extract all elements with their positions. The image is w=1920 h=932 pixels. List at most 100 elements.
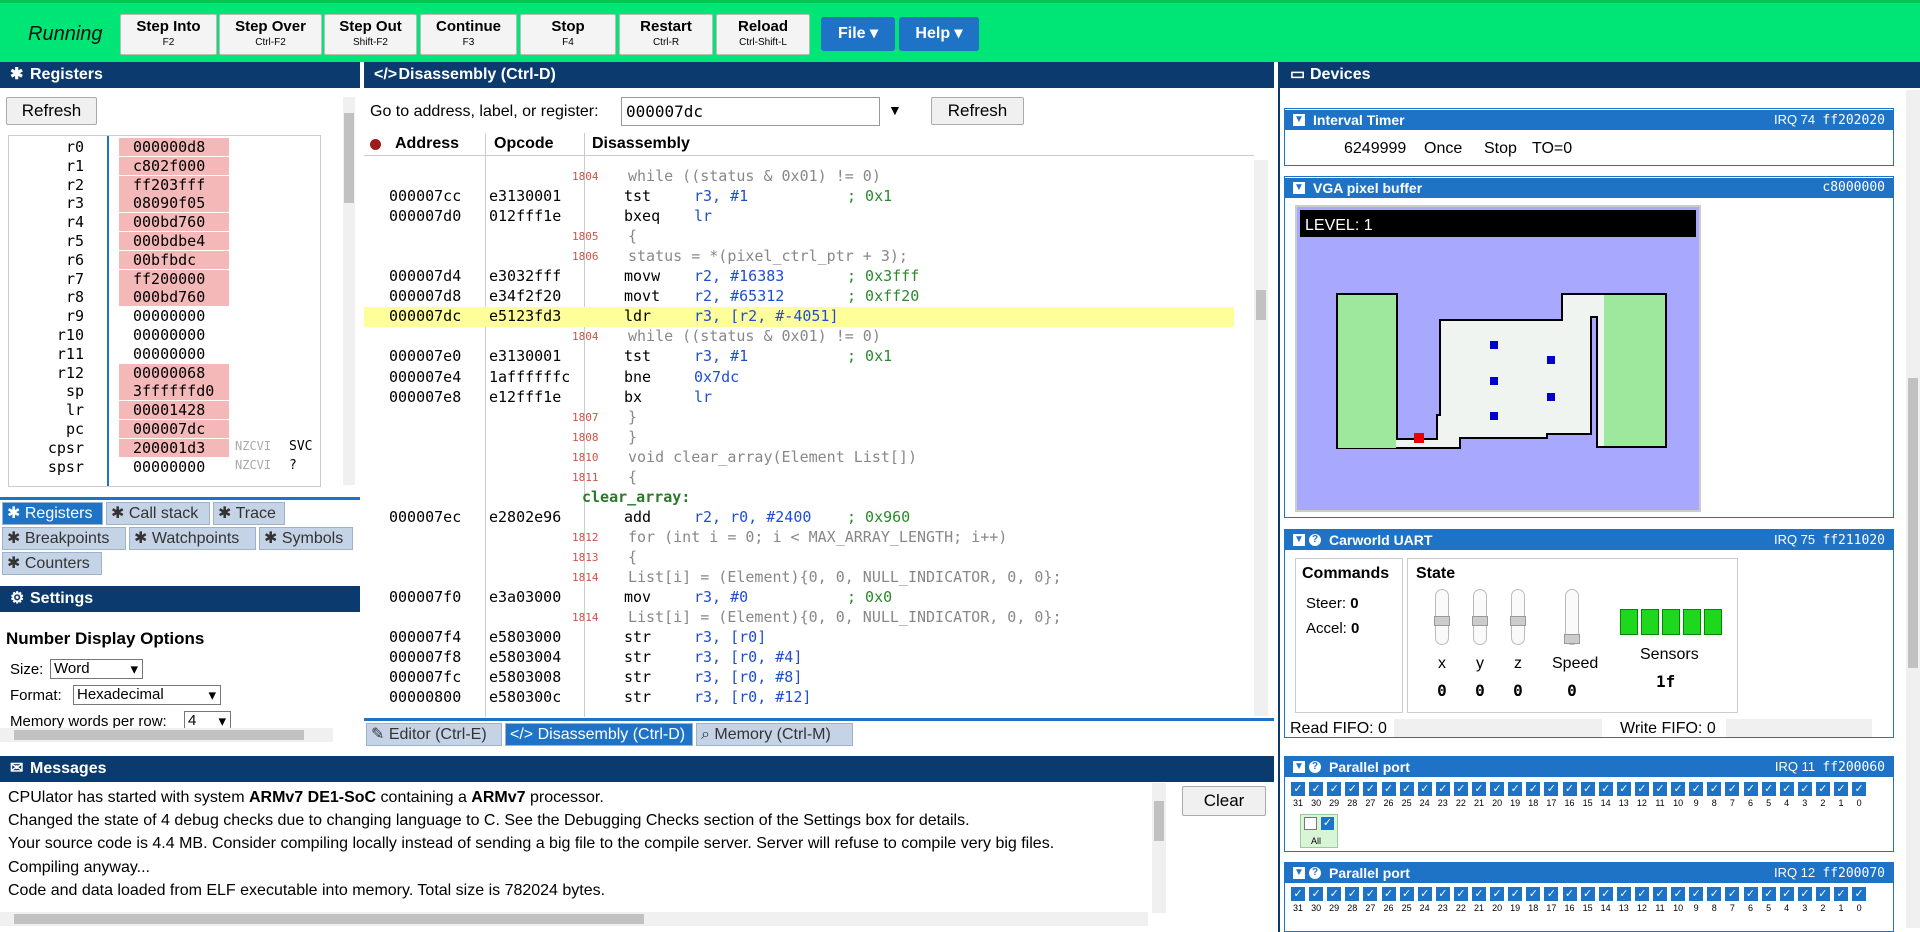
bit-checkbox[interactable]: ✓ 22 <box>1453 782 1468 808</box>
bit-checkbox[interactable]: ✓ 8 <box>1707 782 1722 808</box>
bit-checkbox[interactable]: ✓ 19 <box>1508 887 1523 913</box>
settings-hscrollbar[interactable] <box>0 728 333 742</box>
check-icon[interactable]: ✓ <box>1472 782 1486 796</box>
check-icon[interactable]: ✓ <box>1707 887 1722 901</box>
instr-address[interactable]: 000007d8 <box>389 287 461 305</box>
check-icon[interactable]: ✓ <box>1797 887 1812 901</box>
bit-checkbox[interactable]: ✓ 26 <box>1381 782 1396 808</box>
bit-checkbox[interactable]: ✓ 19 <box>1508 782 1523 808</box>
bit-checkbox[interactable]: ✓ 30 <box>1309 782 1324 808</box>
check-icon[interactable]: ✓ <box>1761 782 1776 796</box>
check-icon[interactable]: ✓ <box>1508 782 1523 796</box>
uart-header[interactable]: ▼? Carworld UART IRQ 75 ff211020 <box>1285 530 1893 550</box>
bit-checkbox[interactable]: ✓ 20 <box>1490 782 1505 808</box>
all-clear-checkbox[interactable] <box>1304 817 1317 830</box>
check-icon[interactable]: ✓ <box>1743 782 1758 796</box>
check-icon[interactable]: ✓ <box>1453 782 1468 796</box>
bit-checkbox[interactable]: ✓ 10 <box>1671 887 1686 913</box>
check-icon[interactable]: ✓ <box>1309 887 1324 901</box>
bit-checkbox[interactable]: ✓ 17 <box>1544 782 1559 808</box>
instr-address[interactable]: 000007f0 <box>389 588 461 606</box>
tab-memory[interactable]: ⌕ Memory (Ctrl-M) <box>696 723 853 746</box>
bit-checkbox[interactable]: ✓ 10 <box>1671 782 1686 808</box>
check-icon[interactable]: ✓ <box>1327 887 1342 901</box>
state-slider[interactable] <box>1564 589 1580 645</box>
tab-watchpoints[interactable]: ✱ Watchpoints <box>129 527 256 550</box>
bit-checkbox[interactable]: ✓ 0 <box>1852 782 1867 808</box>
check-icon[interactable]: ✓ <box>1779 782 1794 796</box>
check-icon[interactable]: ✓ <box>1634 887 1649 901</box>
bit-checkbox[interactable]: ✓ 21 <box>1472 782 1486 808</box>
bit-checkbox[interactable]: ✓ 14 <box>1598 782 1613 808</box>
bit-checkbox[interactable]: ✓ 23 <box>1435 782 1450 808</box>
state-slider[interactable] <box>1434 589 1450 645</box>
check-icon[interactable]: ✓ <box>1616 782 1631 796</box>
continue-button[interactable]: Continue F3 <box>420 14 517 55</box>
bit-checkbox[interactable]: ✓ 8 <box>1707 887 1722 913</box>
check-icon[interactable]: ✓ <box>1508 887 1523 901</box>
instr-address[interactable]: 000007f8 <box>389 648 461 666</box>
bit-checkbox[interactable]: ✓ 25 <box>1399 782 1414 808</box>
bit-checkbox[interactable]: ✓ 29 <box>1327 887 1342 913</box>
register-value[interactable]: ff203fff <box>119 175 229 194</box>
tab-symbols[interactable]: ✱ Symbols <box>259 527 353 550</box>
check-icon[interactable]: ✓ <box>1291 887 1305 901</box>
register-value[interactable]: 000000d8 <box>119 138 229 156</box>
check-icon[interactable]: ✓ <box>1381 887 1396 901</box>
bit-checkbox[interactable]: ✓ 6 <box>1743 782 1758 808</box>
bit-checkbox[interactable]: ✓ 28 <box>1345 782 1360 808</box>
check-icon[interactable]: ✓ <box>1435 782 1450 796</box>
help-icon[interactable]: ? <box>1309 867 1321 879</box>
register-value[interactable]: 200001d3 <box>119 439 229 457</box>
register-value[interactable]: 3ffffffd0 <box>119 382 229 401</box>
register-value[interactable]: 000007dc <box>119 420 229 438</box>
interval-timer-header[interactable]: ▼ Interval Timer IRQ 74 ff202020 <box>1285 110 1893 130</box>
register-value[interactable]: 000bd760 <box>119 213 229 232</box>
slider-knob[interactable] <box>1434 616 1450 626</box>
tab-call-stack[interactable]: ✱ Call stack <box>106 502 210 525</box>
bit-checkbox[interactable]: ✓ 30 <box>1309 887 1324 913</box>
check-icon[interactable]: ✓ <box>1399 782 1414 796</box>
registers-scrollbar[interactable] <box>343 97 355 485</box>
register-value[interactable]: 00000000 <box>119 326 229 344</box>
register-value[interactable]: 00000000 <box>119 345 229 363</box>
step-out-button[interactable]: Step Out Shift-F2 <box>324 14 417 55</box>
bit-checkbox[interactable]: ✓ 27 <box>1363 782 1378 808</box>
bit-checkbox[interactable]: ✓ 28 <box>1345 887 1360 913</box>
instr-address[interactable]: 00000800 <box>389 688 461 706</box>
bit-checkbox[interactable]: ✓ 7 <box>1725 782 1740 808</box>
stop-button[interactable]: Stop F4 <box>520 14 616 55</box>
bit-checkbox[interactable]: ✓ 9 <box>1689 887 1704 913</box>
check-icon[interactable]: ✓ <box>1671 782 1686 796</box>
bit-checkbox[interactable]: ✓ 18 <box>1526 887 1541 913</box>
register-value[interactable]: ff200000 <box>119 269 229 288</box>
check-icon[interactable]: ✓ <box>1291 782 1305 796</box>
register-value[interactable]: 00000000 <box>119 458 229 476</box>
bit-checkbox[interactable]: ✓ 4 <box>1779 887 1794 913</box>
parallel-port-2-header[interactable]: ▼? Parallel port IRQ 12 ff200070 <box>1285 863 1893 883</box>
bit-checkbox[interactable]: ✓ 3 <box>1797 887 1812 913</box>
bit-checkbox[interactable]: ✓ 1 <box>1834 782 1848 808</box>
check-icon[interactable]: ✓ <box>1834 887 1848 901</box>
collapse-icon[interactable]: ▼ <box>1293 114 1305 126</box>
tab-editor[interactable]: ✎ Editor (Ctrl-E) <box>366 723 502 746</box>
devices-scrollbar[interactable] <box>1906 90 1920 928</box>
collapse-icon[interactable]: ▼ <box>1293 761 1305 773</box>
check-icon[interactable]: ✓ <box>1363 782 1378 796</box>
check-icon[interactable]: ✓ <box>1725 887 1740 901</box>
parallel-port-1-header[interactable]: ▼? Parallel port IRQ 11 ff200060 <box>1285 757 1893 777</box>
check-icon[interactable]: ✓ <box>1417 887 1432 901</box>
bit-checkbox[interactable]: ✓ 11 <box>1653 782 1667 808</box>
check-icon[interactable]: ✓ <box>1544 887 1559 901</box>
reload-button[interactable]: Reload Ctrl-Shift-L <box>716 14 810 55</box>
bit-checkbox[interactable]: ✓ 0 <box>1852 887 1867 913</box>
instr-address[interactable]: 000007e0 <box>389 347 461 365</box>
size-select[interactable]: Word ▾ <box>50 659 143 679</box>
check-icon[interactable]: ✓ <box>1453 887 1468 901</box>
file-menu-button[interactable]: File ▾ <box>821 17 895 51</box>
bit-checkbox[interactable]: ✓ 16 <box>1562 782 1577 808</box>
bit-checkbox[interactable]: ✓ 2 <box>1815 782 1830 808</box>
check-icon[interactable]: ✓ <box>1852 887 1867 901</box>
bit-checkbox[interactable]: ✓ 15 <box>1580 887 1595 913</box>
check-icon[interactable]: ✓ <box>1435 887 1450 901</box>
